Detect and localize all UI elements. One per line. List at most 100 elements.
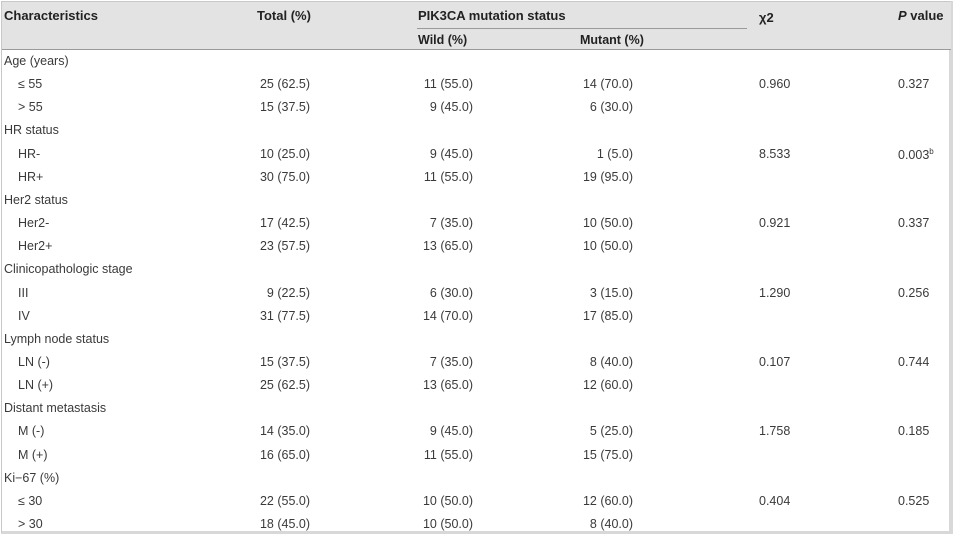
group-row: Age (years) bbox=[2, 50, 951, 73]
cell-chi-square: 1.758 bbox=[759, 424, 791, 439]
row-label: IV bbox=[18, 308, 30, 323]
row-label: Her2- bbox=[18, 216, 50, 231]
group-row: HR status bbox=[2, 119, 951, 142]
table-row: HR+ 30 (75.0) 11 (55.0) 19 (95.0) bbox=[2, 166, 951, 189]
cell-p-value: 0.003b bbox=[898, 146, 934, 162]
header-total: Total (%) bbox=[257, 8, 311, 23]
group-row: Distant metastasis bbox=[2, 397, 951, 420]
header-wild: Wild (%) bbox=[418, 33, 468, 47]
row-label: ≤ 30 bbox=[18, 493, 43, 508]
row-label: M (+) bbox=[18, 447, 48, 462]
cell-mutant: 17 (85.0) bbox=[582, 308, 633, 323]
table-row: LN (-) 15 (37.5) 7 (35.0) 8 (40.0) 0.107 0.74… bbox=[2, 351, 951, 374]
cell-total: 25 (62.5) bbox=[259, 77, 310, 92]
group-label: Her2 status bbox=[4, 192, 68, 207]
cell-total: 10 (25.0) bbox=[259, 146, 310, 161]
table-row: > 30 18 (45.0) 10 (50.0) 8 (40.0) bbox=[2, 513, 951, 536]
cell-total: 15 (37.5) bbox=[259, 100, 310, 115]
header-divider bbox=[417, 28, 747, 29]
cell-total: 9 (22.5) bbox=[266, 285, 310, 300]
cell-p-value: 0.185 bbox=[898, 424, 930, 439]
cell-mutant: 3 (15.0) bbox=[589, 285, 633, 300]
header-p-italic: P bbox=[898, 8, 907, 23]
row-label: III bbox=[18, 285, 29, 300]
group-row: Lymph node status bbox=[2, 328, 951, 351]
cell-wild: 6 (30.0) bbox=[429, 285, 473, 300]
cell-total: 16 (65.0) bbox=[259, 447, 310, 462]
row-label: Her2+ bbox=[18, 239, 53, 254]
row-label: M (-) bbox=[18, 424, 45, 439]
cell-wild: 10 (50.0) bbox=[422, 493, 473, 508]
cell-wild: 13 (65.0) bbox=[422, 239, 473, 254]
p-value-footnote: b bbox=[929, 146, 934, 156]
table-row: M (-) 14 (35.0) 9 (45.0) 5 (25.0) 1.758 0.185 bbox=[2, 420, 951, 443]
cell-wild: 7 (35.0) bbox=[429, 216, 473, 231]
group-label: Lymph node status bbox=[4, 331, 110, 346]
table-row: Her2- 17 (42.5) 7 (35.0) 10 (50.0) 0.921 0.33… bbox=[2, 212, 951, 235]
cell-total: 31 (77.5) bbox=[259, 308, 310, 323]
cell-mutant: 12 (60.0) bbox=[582, 493, 633, 508]
row-label: HR+ bbox=[18, 169, 44, 184]
cell-p-value: 0.256 bbox=[898, 285, 930, 300]
table-row: M (+) 16 (65.0) 11 (55.0) 15 (75.0) bbox=[2, 444, 951, 467]
cell-total: 17 (42.5) bbox=[259, 216, 310, 231]
cell-mutant: 8 (40.0) bbox=[589, 354, 633, 369]
table-row: HR- 10 (25.0) 9 (45.0) 1 (5.0) 8.533 0.003b bbox=[2, 143, 951, 166]
cell-wild: 13 (65.0) bbox=[422, 378, 473, 393]
cell-chi-square: 0.107 bbox=[759, 354, 791, 369]
row-label: > 30 bbox=[18, 517, 43, 531]
cell-chi-square: 0.960 bbox=[759, 77, 791, 92]
cell-p-value: 0.744 bbox=[898, 354, 930, 369]
table-row: Her2+ 23 (57.5) 13 (65.0) 10 (50.0) bbox=[2, 235, 951, 258]
row-label: > 55 bbox=[18, 100, 43, 115]
group-label: Age (years) bbox=[4, 54, 69, 68]
cell-mutant: 10 (50.0) bbox=[582, 239, 633, 254]
row-label: LN (+) bbox=[18, 378, 54, 393]
cell-wild: 11 (55.0) bbox=[423, 77, 473, 92]
header-chi: χ2 bbox=[759, 10, 774, 25]
group-row: Clinicopathologic stage bbox=[2, 258, 951, 281]
cell-chi-square: 0.921 bbox=[759, 216, 791, 231]
header-mutant: Mutant (%) bbox=[580, 33, 644, 47]
cell-chi-square: 8.533 bbox=[759, 146, 791, 161]
cell-mutant: 10 (50.0) bbox=[582, 216, 633, 231]
cell-mutant: 1 (5.0) bbox=[596, 146, 633, 161]
cell-mutant: 12 (60.0) bbox=[582, 378, 633, 393]
header-p-value: P value bbox=[898, 8, 944, 23]
table-row: > 55 15 (37.5) 9 (45.0) 6 (30.0) bbox=[2, 96, 951, 119]
table-row: IV 31 (77.5) 14 (70.0) 17 (85.0) bbox=[2, 305, 951, 328]
cell-mutant: 6 (30.0) bbox=[589, 100, 633, 115]
table-row: ≤ 55 25 (62.5) 11 (55.0) 14 (70.0) 0.960 0.32… bbox=[2, 73, 951, 96]
table-header: Characteristics Total (%) PIK3CA mutatio… bbox=[2, 2, 951, 50]
cell-mutant: 8 (40.0) bbox=[589, 517, 633, 531]
group-label: Distant metastasis bbox=[4, 401, 107, 416]
cell-chi-square: 1.290 bbox=[759, 285, 791, 300]
cell-mutant: 14 (70.0) bbox=[582, 77, 633, 92]
cell-mutant: 19 (95.0) bbox=[582, 169, 633, 184]
cell-wild: 11 (55.0) bbox=[423, 447, 473, 462]
cell-total: 14 (35.0) bbox=[259, 424, 310, 439]
cell-chi-square: 0.404 bbox=[759, 493, 791, 508]
row-label: HR- bbox=[18, 146, 41, 161]
cell-total: 25 (62.5) bbox=[259, 378, 310, 393]
cell-wild: 9 (45.0) bbox=[429, 146, 473, 161]
table-row: ≤ 30 22 (55.0) 10 (50.0) 12 (60.0) 0.404 0.52… bbox=[2, 490, 951, 513]
cell-wild: 7 (35.0) bbox=[429, 354, 473, 369]
header-characteristics: Characteristics bbox=[4, 8, 98, 23]
group-label: HR status bbox=[4, 123, 59, 138]
cell-p-value: 0.327 bbox=[898, 77, 930, 92]
header-pik3ca: PIK3CA mutation status bbox=[418, 8, 566, 23]
cell-total: 30 (75.0) bbox=[259, 169, 310, 184]
cell-total: 15 (37.5) bbox=[259, 354, 310, 369]
cell-p-value: 0.525 bbox=[898, 493, 930, 508]
row-label: LN (-) bbox=[18, 354, 50, 369]
group-label: Clinicopathologic stage bbox=[4, 262, 133, 277]
group-label: Ki−67 (%) bbox=[4, 470, 60, 485]
cell-total: 22 (55.0) bbox=[259, 493, 310, 508]
cell-total: 18 (45.0) bbox=[259, 517, 310, 531]
cell-wild: 9 (45.0) bbox=[429, 424, 473, 439]
group-row: Ki−67 (%) bbox=[2, 467, 951, 490]
cell-wild: 11 (55.0) bbox=[423, 169, 473, 184]
row-label: ≤ 55 bbox=[18, 77, 43, 92]
cell-wild: 9 (45.0) bbox=[429, 100, 473, 115]
